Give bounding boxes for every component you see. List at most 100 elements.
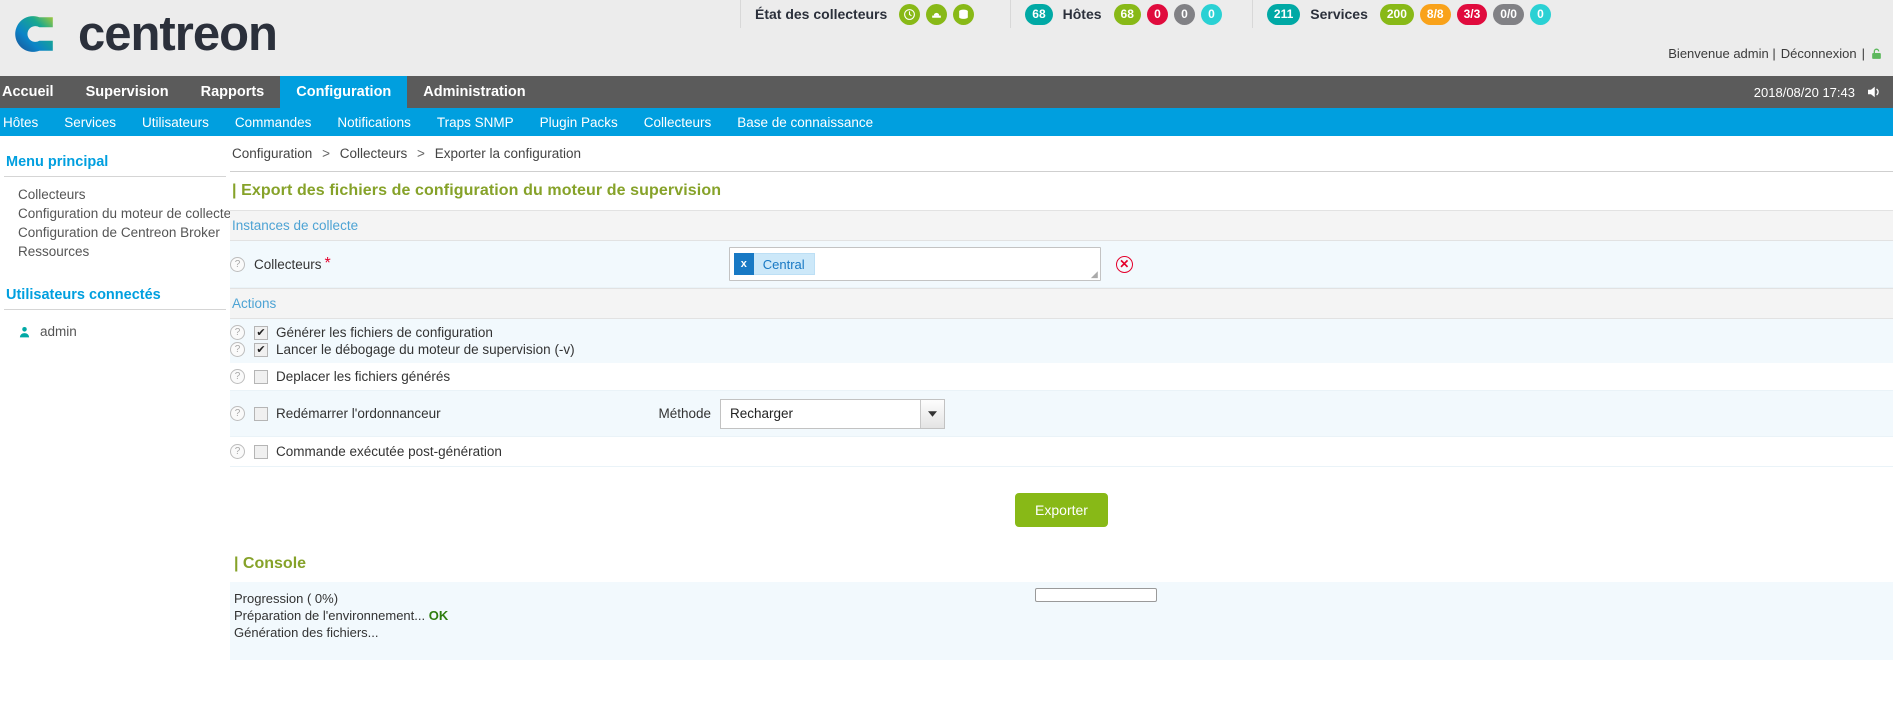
- header-clock: 2018/08/20 17:43: [1754, 76, 1893, 108]
- hosts-pending-badge[interactable]: 0: [1200, 3, 1222, 25]
- action-row-move: ? Deplacer les fichiers générés: [230, 363, 1893, 391]
- welcome-area: Bienvenue admin | Déconnexion |: [1668, 46, 1883, 61]
- help-icon[interactable]: ?: [230, 369, 245, 384]
- action-label-commande-post: Commande exécutée post-génération: [276, 444, 502, 459]
- checkbox-deplacer-fichiers[interactable]: [254, 369, 268, 384]
- sidebar-item-ressources[interactable]: Ressources: [0, 242, 230, 261]
- subnav-item-base-de-connaissance[interactable]: Base de connaissance: [724, 115, 886, 130]
- help-icon[interactable]: ?: [230, 342, 245, 357]
- subnav-item-commandes[interactable]: Commandes: [222, 115, 325, 130]
- app-header: centreon État des collecteurs 68 Hôtes 6…: [0, 0, 1893, 76]
- resize-handle[interactable]: ◢: [1091, 270, 1098, 279]
- services-critical-badge[interactable]: 3/3: [1456, 3, 1488, 25]
- connected-user-item[interactable]: admin: [0, 318, 230, 341]
- divider: [1010, 0, 1012, 28]
- breadcrumb-separator: >: [417, 146, 425, 161]
- help-icon[interactable]: ?: [230, 444, 245, 459]
- nav-item-supervision[interactable]: Supervision: [70, 76, 185, 108]
- method-selected-value: Recharger: [730, 406, 794, 421]
- divider: [4, 176, 226, 177]
- sidebar-item-centreon-broker[interactable]: Configuration de Centreon Broker: [0, 223, 230, 242]
- section-header-actions: Actions: [230, 288, 1893, 319]
- logout-link[interactable]: Déconnexion: [1781, 46, 1857, 61]
- console-title: | Console: [234, 555, 307, 572]
- divider: [740, 0, 741, 28]
- subnav-item-notifications[interactable]: Notifications: [324, 115, 424, 130]
- hosts-label: Hôtes: [1062, 6, 1102, 22]
- services-status-group: 211 Services 200 8/8 3/3 0/0 0: [1266, 3, 1551, 25]
- welcome-tail: |: [1861, 46, 1865, 61]
- required-marker: *: [324, 255, 331, 272]
- brand-name: centreon: [78, 7, 278, 61]
- services-pending-badge[interactable]: 0: [1529, 3, 1551, 25]
- services-total-badge[interactable]: 211: [1266, 3, 1301, 25]
- centreon-logo-icon: [15, 16, 53, 52]
- nav-item-configuration[interactable]: Configuration: [280, 76, 408, 108]
- action-row-restart-scheduler: ? Redémarrer l'ordonnanceur Méthode Rech…: [230, 391, 1893, 437]
- export-button[interactable]: Exporter: [1015, 493, 1108, 527]
- export-button-area: Exporter: [230, 467, 1893, 527]
- hosts-total-badge[interactable]: 68: [1025, 3, 1053, 25]
- collectors-status-label: État des collecteurs: [755, 6, 888, 22]
- sidebar-item-collecteurs[interactable]: Collecteurs: [0, 185, 230, 204]
- help-icon[interactable]: ?: [230, 256, 245, 272]
- brand-logo[interactable]: centreon: [0, 0, 278, 62]
- hosts-up-badge[interactable]: 68: [1113, 3, 1141, 25]
- checkbox-commande-post-generation[interactable]: [254, 444, 268, 459]
- nav-item-administration[interactable]: Administration: [407, 76, 541, 108]
- subnav-item-traps-snmp[interactable]: Traps SNMP: [424, 115, 527, 130]
- subnav-item-collecteurs[interactable]: Collecteurs: [631, 115, 725, 130]
- main-content: Configuration > Collecteurs > Exporter l…: [230, 136, 1893, 721]
- engine-icon[interactable]: [926, 3, 948, 25]
- clear-selection-button[interactable]: ✕: [1115, 255, 1133, 273]
- speaker-icon[interactable]: [1865, 83, 1883, 101]
- nav-item-rapports[interactable]: Rapports: [185, 76, 281, 108]
- subnav-item-utilisateurs[interactable]: Utilisateurs: [129, 115, 222, 130]
- remove-tag-icon[interactable]: x: [733, 253, 754, 275]
- services-ok-badge[interactable]: 200: [1379, 3, 1414, 25]
- connected-users-title: Utilisateurs connectés: [6, 287, 161, 303]
- subnav-item-services[interactable]: Services: [51, 115, 129, 130]
- clock-icon[interactable]: [899, 3, 921, 25]
- help-icon[interactable]: ?: [230, 325, 245, 340]
- padlock-icon[interactable]: [1870, 46, 1883, 61]
- action-label-generer: Générer les fichiers de configuration: [276, 325, 493, 340]
- database-icon[interactable]: [953, 3, 975, 25]
- chevron-down-icon[interactable]: [920, 399, 944, 428]
- method-field: Méthode Recharger: [658, 398, 945, 429]
- section-header-instances: Instances de collecte: [230, 210, 1893, 241]
- sidebar-main-menu-title: Menu principal: [6, 154, 109, 170]
- breadcrumb-separator: >: [322, 146, 330, 161]
- help-icon[interactable]: ?: [230, 406, 245, 421]
- console-line-generation: Génération des fichiers...: [234, 625, 379, 641]
- divider: [1251, 0, 1253, 28]
- page-title: | Export des fichiers de configuration d…: [232, 182, 722, 199]
- checkbox-redemarrer-ordonnanceur[interactable]: [254, 406, 268, 421]
- sidebar-item-moteur-de-collecte[interactable]: Configuration du moteur de collecte: [0, 204, 231, 223]
- checkbox-debogage[interactable]: ✔: [254, 342, 268, 357]
- collectors-field-row: ? Collecteurs * x Central ◢ ✕: [230, 241, 1893, 288]
- connected-users-section: Utilisateurs connectés admin: [0, 287, 230, 341]
- subnav-item-hotes[interactable]: Hôtes: [0, 115, 51, 130]
- services-warning-badge[interactable]: 8/8: [1419, 3, 1451, 25]
- selected-tag-central[interactable]: x Central: [733, 253, 815, 275]
- breadcrumb-item-collecteurs[interactable]: Collecteurs: [340, 146, 408, 161]
- services-label: Services: [1310, 6, 1368, 22]
- action-label-deplacer: Deplacer les fichiers générés: [276, 369, 451, 384]
- services-unknown-badge[interactable]: 0/0: [1493, 3, 1524, 25]
- nav-item-accueil[interactable]: Accueil: [0, 76, 70, 108]
- user-icon: [19, 326, 30, 337]
- checkbox-generer-fichiers[interactable]: ✔: [254, 325, 268, 340]
- method-label: Méthode: [658, 406, 711, 421]
- collectors-multiselect[interactable]: x Central ◢: [728, 247, 1101, 281]
- console-status-ok: OK: [428, 608, 449, 624]
- subnav-item-plugin-packs[interactable]: Plugin Packs: [527, 115, 631, 130]
- action-row-debug: ? ✔ Lancer le débogage du moteur de supe…: [230, 340, 1893, 363]
- hosts-down-badge[interactable]: 0: [1146, 3, 1168, 25]
- method-select[interactable]: Recharger: [720, 398, 945, 429]
- action-row-post-command: ? Commande exécutée post-génération: [230, 437, 1893, 467]
- console-output: Progression ( 0%) Préparation de l'envir…: [230, 582, 1893, 660]
- breadcrumb-item-configuration[interactable]: Configuration: [232, 146, 312, 161]
- breadcrumb: Configuration > Collecteurs > Exporter l…: [230, 136, 1893, 171]
- hosts-unreachable-badge[interactable]: 0: [1173, 3, 1195, 25]
